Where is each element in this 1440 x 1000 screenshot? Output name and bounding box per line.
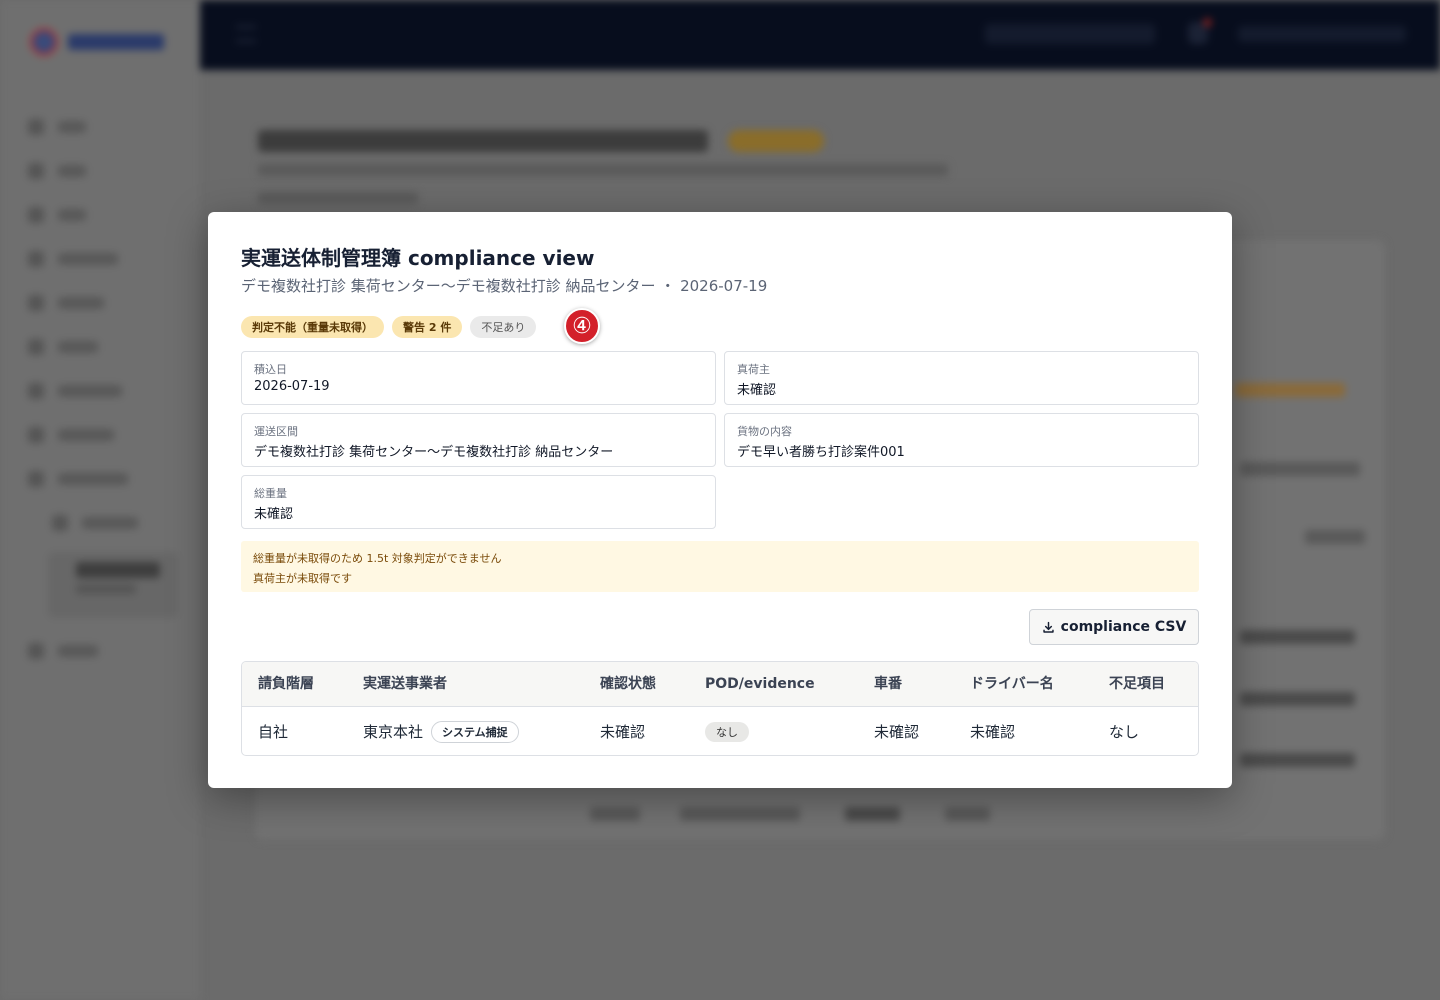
search-field: [985, 24, 1155, 44]
table-header: 請負階層 実運送事業者 確認状態 POD/evidence 車番 ドライバー名 …: [242, 662, 1198, 707]
cell-plate: 未確認: [874, 723, 920, 741]
field-value: 未確認: [737, 383, 777, 398]
field-cargo: 貨物の内容 デモ早い者勝ち打診案件001: [724, 413, 1199, 467]
field-value: デモ早い者勝ち打診案件001: [737, 445, 905, 460]
step-marker: ④: [564, 308, 600, 344]
sidebar-item: [28, 382, 122, 400]
bg-bar: [1235, 383, 1345, 397]
sidebar-item: [28, 118, 86, 136]
bg-bar: [845, 807, 900, 821]
undetermined-badge: 判定不能（重量未取得）: [241, 316, 384, 338]
sidebar-item: [28, 294, 104, 312]
page-subtitle: [258, 164, 948, 176]
page-meta: [258, 192, 418, 204]
compliance-csv-button[interactable]: compliance CSV: [1029, 609, 1199, 645]
cell-carrier: 東京本社 システム捕捉: [363, 707, 519, 755]
column-header-missing: 不足項目: [1109, 676, 1165, 692]
user-menu: [1238, 26, 1406, 42]
sidebar: [0, 0, 200, 1000]
field-label: 貨物の内容: [737, 425, 792, 438]
missing-badge: 不足あり: [470, 316, 537, 338]
bell-icon: [1188, 18, 1212, 44]
warning-message: 真荷主が未取得です: [253, 572, 352, 585]
sidebar-item: [28, 206, 86, 224]
sidebar-item: [28, 426, 114, 444]
field-label: 総重量: [254, 487, 287, 500]
status-badges: 判定不能（重量未取得） 警告 2 件 不足あり: [241, 316, 537, 338]
warnings-badge: 警告 2 件: [392, 316, 463, 338]
bg-bar: [1240, 692, 1355, 706]
warning-box: 総重量が未取得のため 1.5t 対象判定ができません 真荷主が未取得です: [241, 541, 1199, 592]
field-value: 未確認: [254, 507, 294, 522]
cell-pod: なし: [705, 707, 749, 755]
cell-missing: なし: [1109, 723, 1140, 741]
menu-icon: [236, 26, 256, 42]
carrier-name: 東京本社: [363, 723, 424, 741]
system-captured-tag: システム捕捉: [431, 720, 519, 743]
compliance-modal: 実運送体制管理簿 compliance view デモ複数社打診 集荷センター～…: [208, 212, 1232, 788]
bg-bar: [1240, 753, 1355, 767]
column-header-carrier: 実運送事業者: [363, 676, 447, 692]
field-label: 積込日: [254, 363, 287, 376]
bg-bar: [1305, 530, 1365, 544]
app-logo: [30, 26, 170, 60]
cell-status: 未確認: [600, 723, 646, 741]
carrier-table: 請負階層 実運送事業者 確認状態 POD/evidence 車番 ドライバー名 …: [241, 661, 1199, 756]
column-header-pod: POD/evidence: [705, 676, 815, 692]
cell-tier: 自社: [258, 723, 289, 741]
sidebar-item: [28, 162, 86, 180]
bg-bar: [1240, 630, 1355, 644]
sidebar-item: [28, 642, 98, 660]
bg-bar: [680, 807, 800, 821]
field-true-shipper: 真荷主 未確認: [724, 351, 1199, 405]
download-icon: [1042, 621, 1054, 633]
warning-message: 総重量が未取得のため 1.5t 対象判定ができません: [253, 552, 502, 565]
cell-driver: 未確認: [970, 723, 1016, 741]
field-value: デモ複数社打診 集荷センター～デモ複数社打診 納品センター: [254, 445, 614, 460]
pod-badge: なし: [705, 721, 749, 742]
sidebar-item: [28, 470, 128, 488]
field-route: 運送区間 デモ複数社打診 集荷センター～デモ複数社打診 納品センター: [241, 413, 716, 467]
modal-title: 実運送体制管理簿 compliance view: [241, 246, 595, 270]
field-total-weight: 総重量 未確認: [241, 475, 716, 529]
modal-subtitle: デモ複数社打診 集荷センター～デモ複数社打診 納品センター ・ 2026-07-…: [241, 277, 768, 295]
field-load-date: 積込日 2026-07-19: [241, 351, 716, 405]
column-header-driver: ドライバー名: [970, 676, 1054, 692]
sidebar-subitem: [52, 514, 138, 532]
field-value: 2026-07-19: [254, 379, 330, 394]
csv-button-label: compliance CSV: [1060, 619, 1187, 635]
column-header-plate: 車番: [874, 676, 902, 692]
column-header-status: 確認状態: [600, 676, 656, 692]
sidebar-item: [28, 250, 118, 268]
table-row: 自社 東京本社 システム捕捉 未確認 なし 未確認 未確認 なし: [242, 707, 1198, 755]
column-header-tier: 請負階層: [258, 676, 314, 692]
bg-bar: [590, 807, 640, 821]
sidebar-item: [28, 338, 98, 356]
field-label: 真荷主: [737, 363, 770, 376]
status-badge: [728, 130, 824, 152]
bg-bar: [1240, 462, 1360, 476]
bg-bar: [945, 807, 990, 821]
page-title: [258, 130, 708, 152]
field-label: 運送区間: [254, 425, 298, 438]
